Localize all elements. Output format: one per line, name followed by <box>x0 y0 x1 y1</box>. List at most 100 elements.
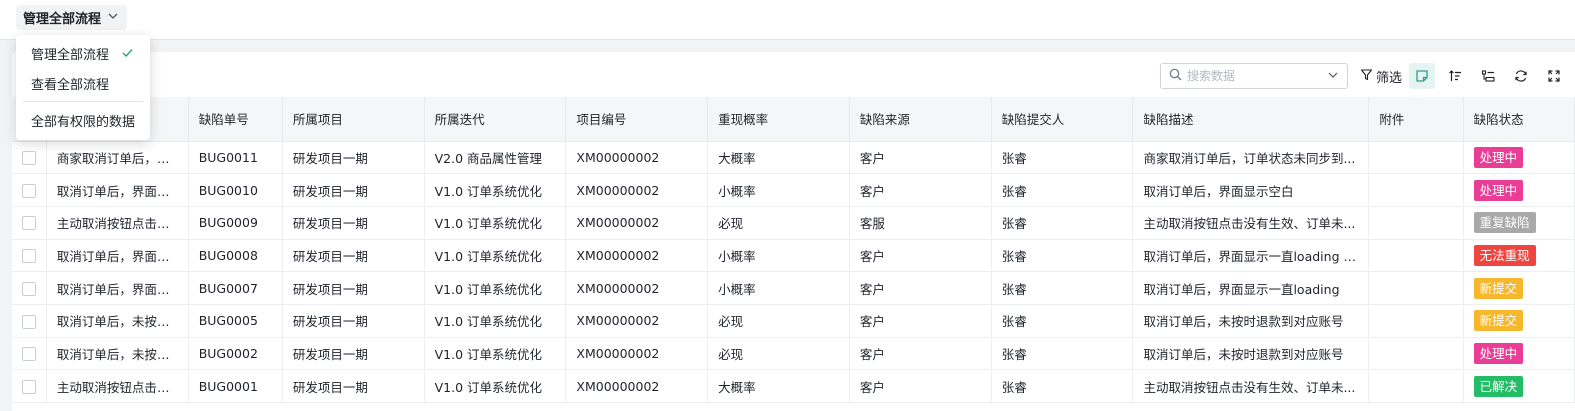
column-header-attachment[interactable]: 附件 <box>1368 97 1464 142</box>
cell-project-code: XM00000002 <box>565 369 709 403</box>
row-select-cell <box>12 239 47 273</box>
cell-defect-id: BUG0001 <box>188 369 283 403</box>
cell-attachment <box>1368 206 1464 240</box>
cell-status: 处理中 <box>1463 141 1575 175</box>
cell-title: 取消订单后，未按时... <box>46 337 189 371</box>
cell-source: 客户 <box>849 271 992 305</box>
cell-defect-id: BUG0010 <box>188 173 283 207</box>
table-row[interactable]: 取消订单后，界面显... BUG0010 研发项目一期 V1.0 订单系统优化 XM00… <box>12 173 1575 207</box>
cell-description: 取消订单后，界面显示一直loading <box>1132 271 1370 305</box>
table-row[interactable]: 取消订单后，界面显... BUG0008 研发项目一期 V1.0 订单系统优化 XM00… <box>12 239 1575 273</box>
sort-icon[interactable] <box>1442 63 1468 89</box>
row-select-cell <box>12 337 47 371</box>
row-checkbox[interactable] <box>21 347 36 362</box>
column-header-project[interactable]: 所属项目 <box>282 97 425 142</box>
cell-probability: 大概率 <box>707 369 850 403</box>
cell-probability: 大概率 <box>707 141 850 175</box>
row-checkbox[interactable] <box>21 281 36 296</box>
cell-defect-id: BUG0005 <box>188 304 283 338</box>
cell-status: 新提交 <box>1463 271 1575 305</box>
cell-submitter: 张睿 <box>991 271 1134 305</box>
cell-status: 新提交 <box>1463 304 1575 338</box>
cell-project-code: XM00000002 <box>565 337 709 371</box>
scope-option-manage-all[interactable]: 管理全部流程 <box>16 38 150 68</box>
cell-project: 研发项目一期 <box>282 304 425 338</box>
defect-table-panel: 筛选 缺陷单号 所属项目 所属迭代 项目编号 <box>12 52 1575 411</box>
scope-dropdown-menu: 管理全部流程 查看全部流程 全部有权限的数据 <box>16 35 150 140</box>
column-header-status[interactable]: 缺陷状态 <box>1463 97 1575 142</box>
scope-selector-label: 管理全部流程 <box>23 12 102 27</box>
cell-iteration: V1.0 订单系统优化 <box>424 271 567 305</box>
cell-submitter: 张睿 <box>991 304 1134 338</box>
column-header-submitter[interactable]: 缺陷提交人 <box>991 97 1134 142</box>
check-icon <box>121 46 134 63</box>
table-row[interactable]: 商家取消订单后，订... BUG0011 研发项目一期 V2.0 商品属性管理 XM00… <box>12 141 1575 175</box>
cell-attachment <box>1368 173 1464 207</box>
cell-project: 研发项目一期 <box>282 173 425 207</box>
scope-selector[interactable]: 管理全部流程 <box>16 5 128 30</box>
column-header-iteration[interactable]: 所属迭代 <box>424 97 567 142</box>
cell-iteration: V1.0 订单系统优化 <box>424 206 567 240</box>
cell-project-code: XM00000002 <box>565 271 709 305</box>
row-checkbox[interactable] <box>21 379 36 394</box>
table-row[interactable]: 主动取消按钮点击没... BUG0009 研发项目一期 V1.0 订单系统优化 XM00… <box>12 206 1575 240</box>
cell-title: 主动取消按钮点击没... <box>46 206 189 240</box>
search-icon <box>1169 68 1182 84</box>
cell-defect-id: BUG0007 <box>188 271 283 305</box>
row-checkbox[interactable] <box>21 216 36 231</box>
search-box[interactable] <box>1160 63 1348 89</box>
status-badge: 无法重现 <box>1473 244 1536 266</box>
cell-submitter: 张睿 <box>991 141 1134 175</box>
column-header-project-code[interactable]: 项目编号 <box>565 97 709 142</box>
cell-description: 商家取消订单后，订单状态未同步到... <box>1132 141 1370 175</box>
table-row[interactable]: 取消订单后，界面显... BUG0007 研发项目一期 V1.0 订单系统优化 XM00… <box>12 271 1575 305</box>
cell-attachment <box>1368 271 1464 305</box>
cell-attachment <box>1368 337 1464 371</box>
cell-description: 取消订单后，界面显示一直loading 重... <box>1132 239 1370 273</box>
cell-source: 客服 <box>849 206 992 240</box>
cell-defect-id: BUG0002 <box>188 337 283 371</box>
table-row[interactable]: 取消订单后，未按时... BUG0005 研发项目一期 V1.0 订单系统优化 XM00… <box>12 304 1575 338</box>
row-checkbox[interactable] <box>21 151 36 166</box>
menu-divider <box>23 101 143 102</box>
status-badge: 已解决 <box>1473 375 1524 397</box>
cell-description: 主动取消按钮点击没有生效、订单未... <box>1132 369 1370 403</box>
fullscreen-icon[interactable] <box>1541 63 1567 89</box>
scope-option-all-permitted[interactable]: 全部有权限的数据 <box>16 105 150 135</box>
row-select-cell <box>12 304 47 338</box>
filter-label: 筛选 <box>1376 70 1403 86</box>
cell-iteration: V1.0 订单系统优化 <box>424 369 567 403</box>
cell-project: 研发项目一期 <box>282 141 425 175</box>
scope-option-label: 管理全部流程 <box>31 47 110 63</box>
cell-title: 取消订单后，未按时... <box>46 304 189 338</box>
table-row[interactable]: 主动取消按钮点击没... BUG0001 研发项目一期 V1.0 订单系统优化 XM00… <box>12 369 1575 403</box>
column-header-defect-id[interactable]: 缺陷单号 <box>188 97 283 142</box>
table-row[interactable]: 取消订单后，未按时... BUG0002 研发项目一期 V1.0 订单系统优化 XM00… <box>12 337 1575 371</box>
row-checkbox[interactable] <box>21 314 36 329</box>
chevron-down-icon[interactable] <box>1327 69 1339 84</box>
row-select-cell <box>12 173 47 207</box>
refresh-icon[interactable] <box>1508 63 1534 89</box>
column-header-description[interactable]: 缺陷描述 <box>1132 97 1370 142</box>
cell-status: 处理中 <box>1463 337 1575 371</box>
column-header-source[interactable]: 缺陷来源 <box>849 97 992 142</box>
cell-submitter: 张睿 <box>991 173 1134 207</box>
cell-iteration: V1.0 订单系统优化 <box>424 337 567 371</box>
note-icon[interactable] <box>1409 63 1436 89</box>
cell-probability: 必现 <box>707 337 850 371</box>
table-header-row: 缺陷单号 所属项目 所属迭代 项目编号 重现概率 缺陷来源 缺陷提交人 缺陷描述… <box>12 97 1575 142</box>
search-input[interactable] <box>1187 69 1322 83</box>
filter-button[interactable]: 筛选 <box>1360 67 1402 86</box>
chevron-down-icon <box>107 10 119 25</box>
cell-title: 取消订单后，界面显... <box>46 239 189 273</box>
row-checkbox[interactable] <box>21 183 36 198</box>
cell-submitter: 张睿 <box>991 337 1134 371</box>
cell-source: 客户 <box>849 141 992 175</box>
scope-option-view-all[interactable]: 查看全部流程 <box>16 68 150 98</box>
cell-project-code: XM00000002 <box>565 141 709 175</box>
group-icon[interactable] <box>1475 63 1501 89</box>
row-checkbox[interactable] <box>21 249 36 264</box>
cell-probability: 必现 <box>707 304 850 338</box>
column-header-probability[interactable]: 重现概率 <box>707 97 850 142</box>
cell-defect-id: BUG0009 <box>188 206 283 240</box>
